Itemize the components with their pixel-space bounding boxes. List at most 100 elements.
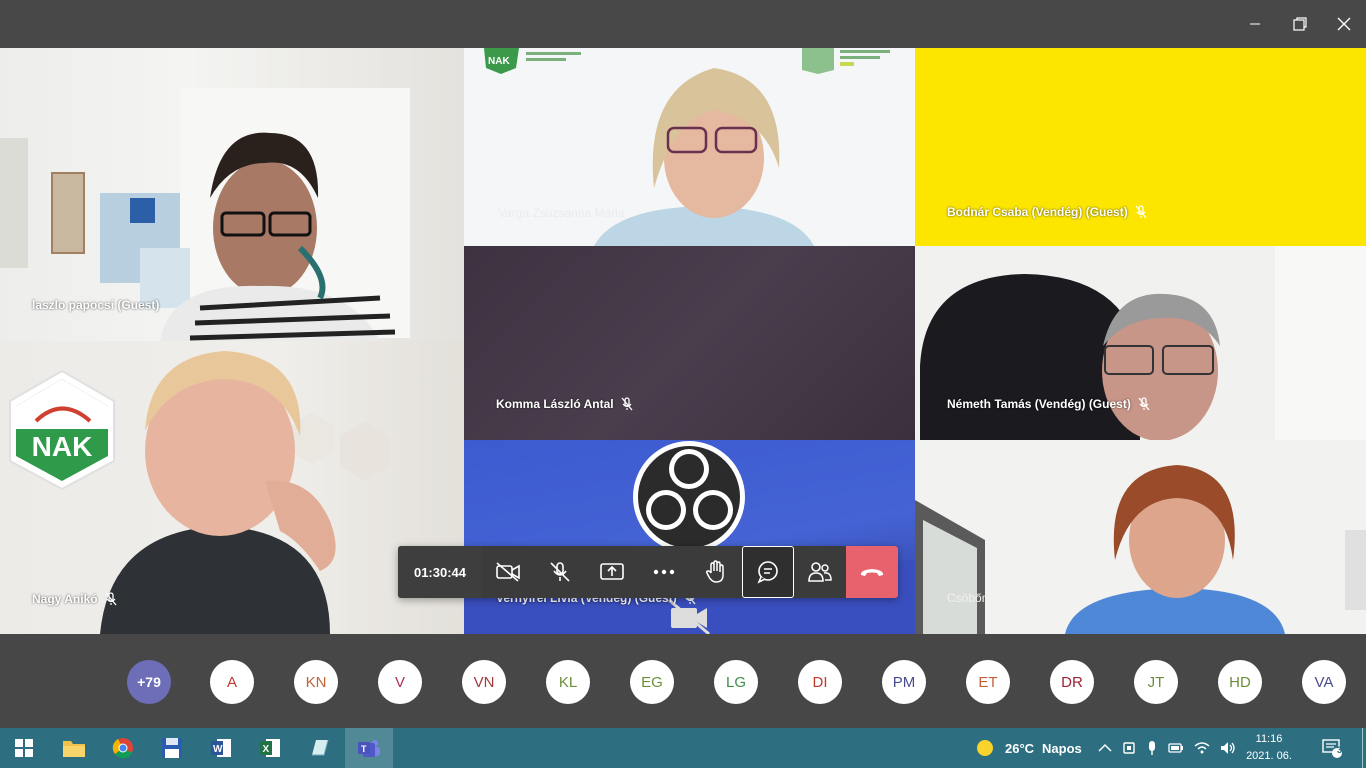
- mic-off-icon: [550, 562, 570, 582]
- notification-count: 3: [1337, 745, 1343, 755]
- call-controls: 01:30:44: [398, 546, 898, 598]
- title-bar: [0, 0, 1366, 48]
- mic-off-icon: [105, 592, 117, 606]
- participant-avatar[interactable]: DR: [1050, 660, 1094, 704]
- mic-off-icon: [1138, 397, 1150, 411]
- participant-avatar[interactable]: HD: [1218, 660, 1262, 704]
- raise-hand-icon: [705, 560, 724, 583]
- participant-avatar[interactable]: KL: [546, 660, 590, 704]
- participant-name: Komma László Antal: [496, 397, 614, 411]
- sun-icon: [977, 740, 993, 756]
- chevron-up-icon[interactable]: [1098, 743, 1112, 753]
- excel-icon: X: [260, 739, 280, 757]
- chat-button[interactable]: [742, 546, 794, 598]
- notes-icon: [312, 739, 329, 756]
- video-tile-csobone[interactable]: Csöbőné Jakab Ágnes: [915, 440, 1366, 634]
- participant-name: Varga Zsuzsanna Mária: [498, 206, 625, 220]
- participant-avatar[interactable]: KN: [294, 660, 338, 704]
- battery-icon[interactable]: [1168, 742, 1184, 754]
- mic-off-icon: [1075, 591, 1087, 605]
- weather-temperature: 26°C: [1005, 740, 1035, 756]
- video-tile-varga[interactable]: NAK Varga Zsuzsanna Mária: [464, 48, 915, 246]
- hang-up-icon: [860, 569, 884, 576]
- participant-name: laszlo papocsi (Guest): [32, 298, 160, 312]
- start-button[interactable]: [0, 728, 48, 768]
- wifi-icon[interactable]: [1194, 741, 1210, 755]
- participant-name: Bodnár Csaba (Vendég) (Guest): [947, 205, 1128, 219]
- minimize-button[interactable]: [1232, 0, 1278, 48]
- more-actions-button[interactable]: [638, 546, 690, 598]
- teams-icon: T: [358, 740, 380, 757]
- windows-taskbar: W X T 26°C Napos 11:16 2021. 06. 17.: [0, 728, 1366, 768]
- restore-icon: [1293, 17, 1307, 31]
- minimize-icon: [1250, 23, 1260, 25]
- show-desktop-button[interactable]: [1362, 728, 1366, 768]
- share-screen-button[interactable]: [586, 546, 638, 598]
- camera-off-icon: [496, 562, 520, 582]
- participant-avatar[interactable]: PM: [882, 660, 926, 704]
- usb-device-icon[interactable]: [1122, 740, 1136, 756]
- participant-avatar[interactable]: JT: [1134, 660, 1178, 704]
- svg-text:NAK: NAK: [488, 56, 510, 67]
- camera-toggle-button[interactable]: [482, 546, 534, 598]
- participant-avatar[interactable]: VN: [462, 660, 506, 704]
- share-screen-icon: [600, 563, 624, 580]
- participant-strip: +79 A KN V VN KL EG LG DI PM ET DR JT HD…: [0, 634, 1366, 728]
- participant-name: Nagy Anikó: [32, 592, 98, 606]
- participant-avatar[interactable]: ET: [966, 660, 1010, 704]
- notes-app-button[interactable]: [295, 728, 343, 768]
- mic-toggle-button[interactable]: [534, 546, 586, 598]
- video-frame-nagy: [9, 351, 390, 634]
- word-icon: W: [211, 739, 231, 757]
- clock-date: 2021. 06. 17.: [1246, 750, 1292, 768]
- folder-icon: [63, 741, 85, 757]
- more-icon: [653, 569, 675, 575]
- clock[interactable]: 11:16 2021. 06. 17.: [1240, 731, 1298, 768]
- volume-icon[interactable]: [1220, 741, 1236, 755]
- participant-avatar[interactable]: LG: [714, 660, 758, 704]
- raise-hand-button[interactable]: [690, 546, 742, 598]
- participant-name: Csöbőné Jakab Ágnes: [947, 591, 1068, 605]
- chrome-icon: [112, 738, 133, 759]
- video-tile-vernyirei[interactable]: Vernyirei Lívia (Vendég) (Guest): [464, 440, 915, 634]
- video-tile-bodnar[interactable]: Bodnár Csaba (Vendég) (Guest): [915, 48, 1366, 246]
- more-participants-button[interactable]: +79: [127, 660, 171, 704]
- video-tile-nagy[interactable]: Nagy Anikó NAK: [0, 341, 464, 634]
- participant-avatar[interactable]: A: [210, 660, 254, 704]
- action-center-button[interactable]: 3: [1312, 728, 1352, 768]
- floppy-disk-icon: [162, 738, 182, 758]
- close-icon: [1337, 17, 1351, 31]
- participant-name: Németh Tamás (Vendég) (Guest): [947, 397, 1131, 411]
- participant-avatar[interactable]: EG: [630, 660, 674, 704]
- people-icon: [808, 562, 832, 582]
- teams-button[interactable]: T: [345, 728, 393, 768]
- call-timer: 01:30:44: [398, 546, 482, 598]
- hang-up-button[interactable]: [846, 546, 898, 598]
- participants-button[interactable]: [794, 546, 846, 598]
- participant-avatar[interactable]: DI: [798, 660, 842, 704]
- video-tile-laszlo[interactable]: laszlo papocsi (Guest): [0, 48, 464, 341]
- participant-avatar[interactable]: VA: [1302, 660, 1346, 704]
- mic-off-icon: [1135, 205, 1147, 219]
- chrome-button[interactable]: [99, 728, 147, 768]
- close-button[interactable]: [1321, 0, 1366, 48]
- teams-meeting-window: laszlo papocsi (Guest) NAK Varga Zsuzsan…: [0, 0, 1366, 768]
- svg-text:T: T: [361, 744, 367, 754]
- video-tile-nemeth[interactable]: Németh Tamás (Vendég) (Guest): [915, 246, 1366, 440]
- weather-widget[interactable]: 26°C Napos: [975, 728, 1082, 768]
- restore-button[interactable]: [1277, 0, 1323, 48]
- clock-time: 11:16: [1255, 733, 1283, 745]
- file-explorer-button[interactable]: [50, 728, 98, 768]
- video-tile-komma[interactable]: Komma László Antal: [464, 246, 915, 440]
- svg-text:X: X: [263, 744, 270, 755]
- save-app-button[interactable]: [148, 728, 196, 768]
- mic-off-icon: [621, 397, 633, 411]
- microphone-icon[interactable]: [1146, 740, 1158, 756]
- excel-button[interactable]: X: [246, 728, 294, 768]
- participant-avatar[interactable]: V: [378, 660, 422, 704]
- windows-logo-icon: [15, 739, 33, 757]
- nak-logo: NAK: [31, 431, 93, 462]
- word-button[interactable]: W: [197, 728, 245, 768]
- system-tray: [1098, 728, 1236, 768]
- svg-text:W: W: [213, 744, 223, 755]
